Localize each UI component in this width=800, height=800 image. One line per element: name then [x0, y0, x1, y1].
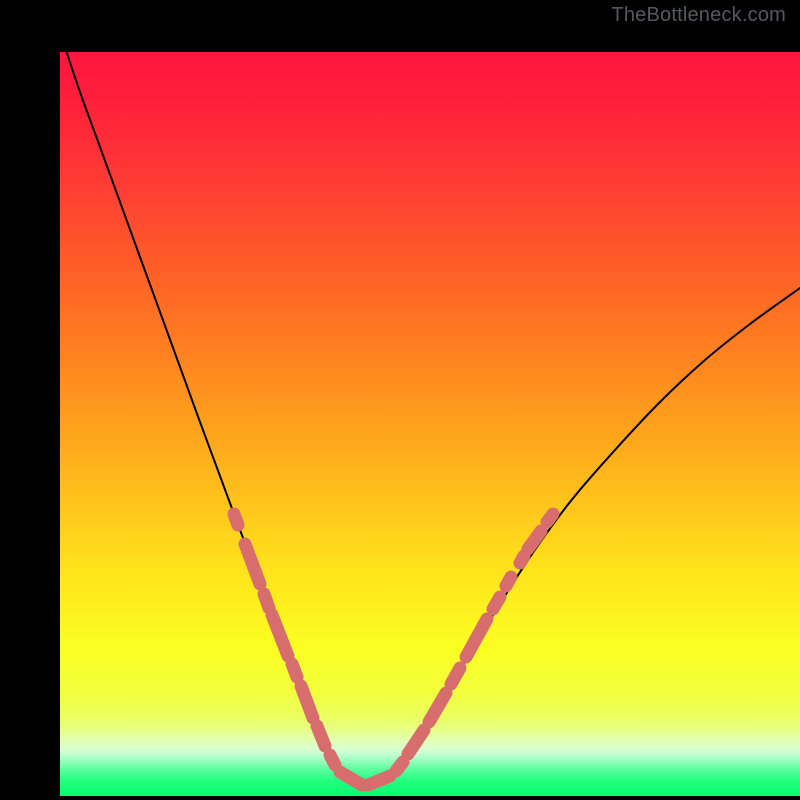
highlight-segment	[317, 726, 325, 746]
highlight-segment	[408, 730, 424, 754]
highlight-segment	[466, 619, 487, 657]
highlight-markers	[234, 514, 553, 785]
highlight-segment	[451, 668, 460, 684]
highlight-segment	[301, 686, 313, 718]
highlight-segment	[292, 664, 297, 677]
curve-layer	[60, 52, 800, 796]
highlight-segment	[264, 594, 269, 608]
highlight-segment	[547, 514, 553, 522]
highlight-segment	[506, 577, 511, 586]
highlight-segment	[234, 514, 238, 525]
highlight-segment	[368, 776, 390, 785]
highlight-segment	[272, 615, 288, 656]
bottleneck-curve	[60, 32, 800, 787]
highlight-segment	[528, 531, 541, 549]
plot-frame	[0, 0, 800, 800]
highlight-segment	[396, 762, 403, 771]
highlight-segment	[340, 772, 362, 785]
highlight-segment	[493, 597, 500, 609]
highlight-segment	[245, 544, 260, 584]
highlight-segment	[520, 556, 524, 563]
highlight-segment	[429, 693, 446, 722]
watermark-text: TheBottleneck.com	[611, 4, 786, 27]
highlight-segment	[330, 755, 335, 765]
plot-area	[60, 52, 800, 796]
